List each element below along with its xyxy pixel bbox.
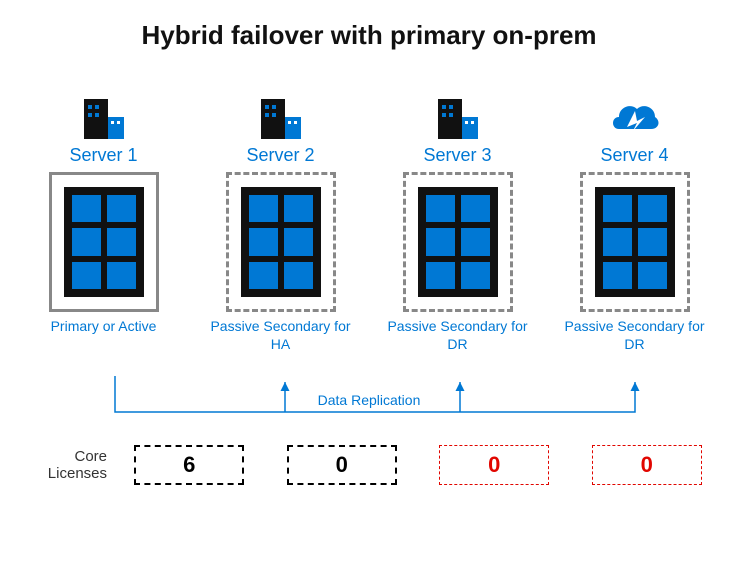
cpu-cores-icon [418, 187, 498, 297]
cpu-cores-icon [595, 187, 675, 297]
licenses-label: Core Licenses [29, 448, 107, 483]
license-box: 6 [134, 445, 244, 485]
server-role: Passive Secondary for DR [557, 318, 712, 372]
server-box-secondary [580, 172, 690, 312]
cpu-cores-icon [64, 187, 144, 297]
server-box-secondary [226, 172, 336, 312]
server-name: Server 1 [69, 145, 137, 166]
server-role: Passive Secondary for DR [380, 318, 535, 372]
server-column-1: Server 1 Primary or Active [26, 91, 181, 372]
replication-label: Data Replication [15, 392, 723, 408]
building-icon [82, 91, 126, 139]
servers-row: Server 1 Primary or Active Server 2 [15, 91, 723, 372]
cpu-cores-icon [241, 187, 321, 297]
building-icon [436, 91, 480, 139]
server-column-3: Server 3 Passive Secondary for DR [380, 91, 535, 372]
replication-flow: Data Replication [15, 374, 723, 429]
licenses-row: Core Licenses 6 0 0 0 [15, 445, 723, 485]
server-name: Server 3 [423, 145, 491, 166]
license-box: 0 [592, 445, 702, 485]
diagram-title: Hybrid failover with primary on-prem [15, 20, 723, 51]
cloud-icon [607, 91, 663, 139]
license-box: 0 [439, 445, 549, 485]
building-icon [259, 91, 303, 139]
server-box-secondary [403, 172, 513, 312]
server-column-4: Server 4 Passive Secondary for DR [557, 91, 712, 372]
license-label-line1: Core [74, 448, 107, 465]
license-box: 0 [287, 445, 397, 485]
server-role: Passive Secondary for HA [203, 318, 358, 372]
server-name: Server 4 [600, 145, 668, 166]
server-box-primary [49, 172, 159, 312]
server-name: Server 2 [246, 145, 314, 166]
server-role: Primary or Active [51, 318, 157, 372]
server-column-2: Server 2 Passive Secondary for HA [203, 91, 358, 372]
license-label-line2: Licenses [48, 465, 107, 482]
